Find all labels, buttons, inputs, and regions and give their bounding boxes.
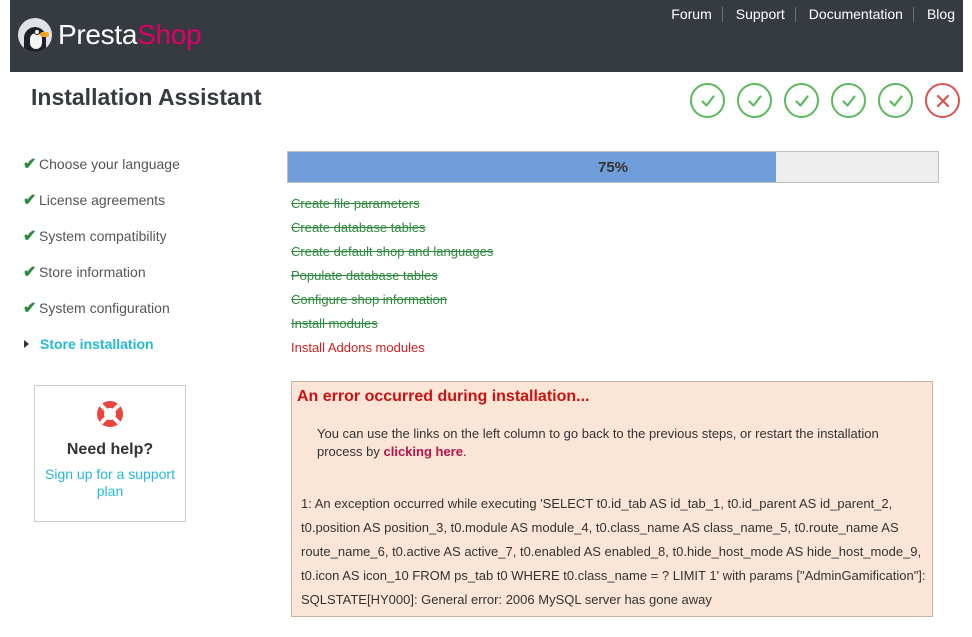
sidebar-steps: ✔ Choose your language ✔ License agreements… [23,146,263,362]
task-completed: Create database tables [291,220,426,235]
sidebar-step[interactable]: ✔ Choose your language [23,146,263,182]
brand-name: PrestaShop [58,19,202,50]
nav-link-forum[interactable]: Forum [671,7,723,22]
help-box: Need help? Sign up for a support plan [34,385,186,522]
step-done-indicator [737,83,772,118]
installer-page: PrestaShop Forum Support Documentation B… [0,0,972,637]
step-error-indicator [925,83,960,118]
sidebar-step[interactable]: Store installation [23,326,263,362]
checkmark-icon: ✔ [23,264,37,281]
check-icon [841,94,856,107]
restart-link[interactable]: clicking here [383,444,462,459]
step-indicators [690,83,960,118]
task-completed: Create default shop and languages [291,244,494,259]
sidebar-step-label: License agreements [39,192,166,208]
nav-link-documentation[interactable]: Documentation [796,7,914,22]
checkmark-icon: ✔ [23,228,37,245]
sidebar-step-label: System configuration [39,300,170,316]
task-failed: Install Addons modules [291,340,425,355]
prestashop-logo[interactable]: PrestaShop [18,18,202,52]
step-done-indicator [831,83,866,118]
checkmark-icon: ✔ [23,192,37,209]
sidebar-step[interactable]: ✔ System configuration [23,290,263,326]
help-title: Need help? [66,441,154,458]
caret-right-icon [24,340,29,348]
task-completed: Populate database tables [291,268,438,283]
page-title: Installation Assistant [31,84,262,110]
puffin-icon [18,18,52,52]
sidebar-step[interactable]: ✔ System compatibility [23,218,263,254]
error-detail: 1: An exception occurred while executing… [301,496,926,607]
top-header: PrestaShop Forum Support Documentation B… [10,0,963,72]
install-task-list: Create file parameters Create database ta… [291,195,493,363]
error-panel: An error occurred during installation...… [291,381,933,617]
support-plan-link[interactable]: Sign up for a support plan [35,466,185,500]
checkmark-icon: ✔ [23,300,37,317]
nav-link-support[interactable]: Support [723,7,796,22]
step-done-indicator [878,83,913,118]
error-title: An error occurred during installation... [297,388,590,405]
task-completed: Configure shop information [291,292,448,307]
step-done-indicator [690,83,725,118]
nav-link-blog[interactable]: Blog [914,7,963,22]
check-icon [700,94,715,107]
sidebar-step-label: Store installation [40,336,154,352]
progress-label: 75% [597,159,629,176]
task-completed: Install modules [291,316,378,331]
check-icon [888,94,903,107]
check-icon [747,94,762,107]
lifebuoy-icon [97,401,123,427]
error-message: You can use the links on the left column… [317,426,879,459]
sidebar-step[interactable]: ✔ License agreements [23,182,263,218]
step-done-indicator [784,83,819,118]
install-progress-bar: 75% [287,151,939,183]
check-icon [794,94,809,107]
sidebar-step-label: Choose your language [39,156,180,172]
task-completed: Create file parameters [291,196,420,211]
checkmark-icon: ✔ [23,156,37,173]
top-nav: Forum Support Documentation Blog [671,7,963,22]
sidebar-step-label: Store information [39,264,146,280]
sidebar-step-label: System compatibility [39,228,167,244]
close-icon [936,94,949,107]
sidebar-step[interactable]: ✔ Store information [23,254,263,290]
